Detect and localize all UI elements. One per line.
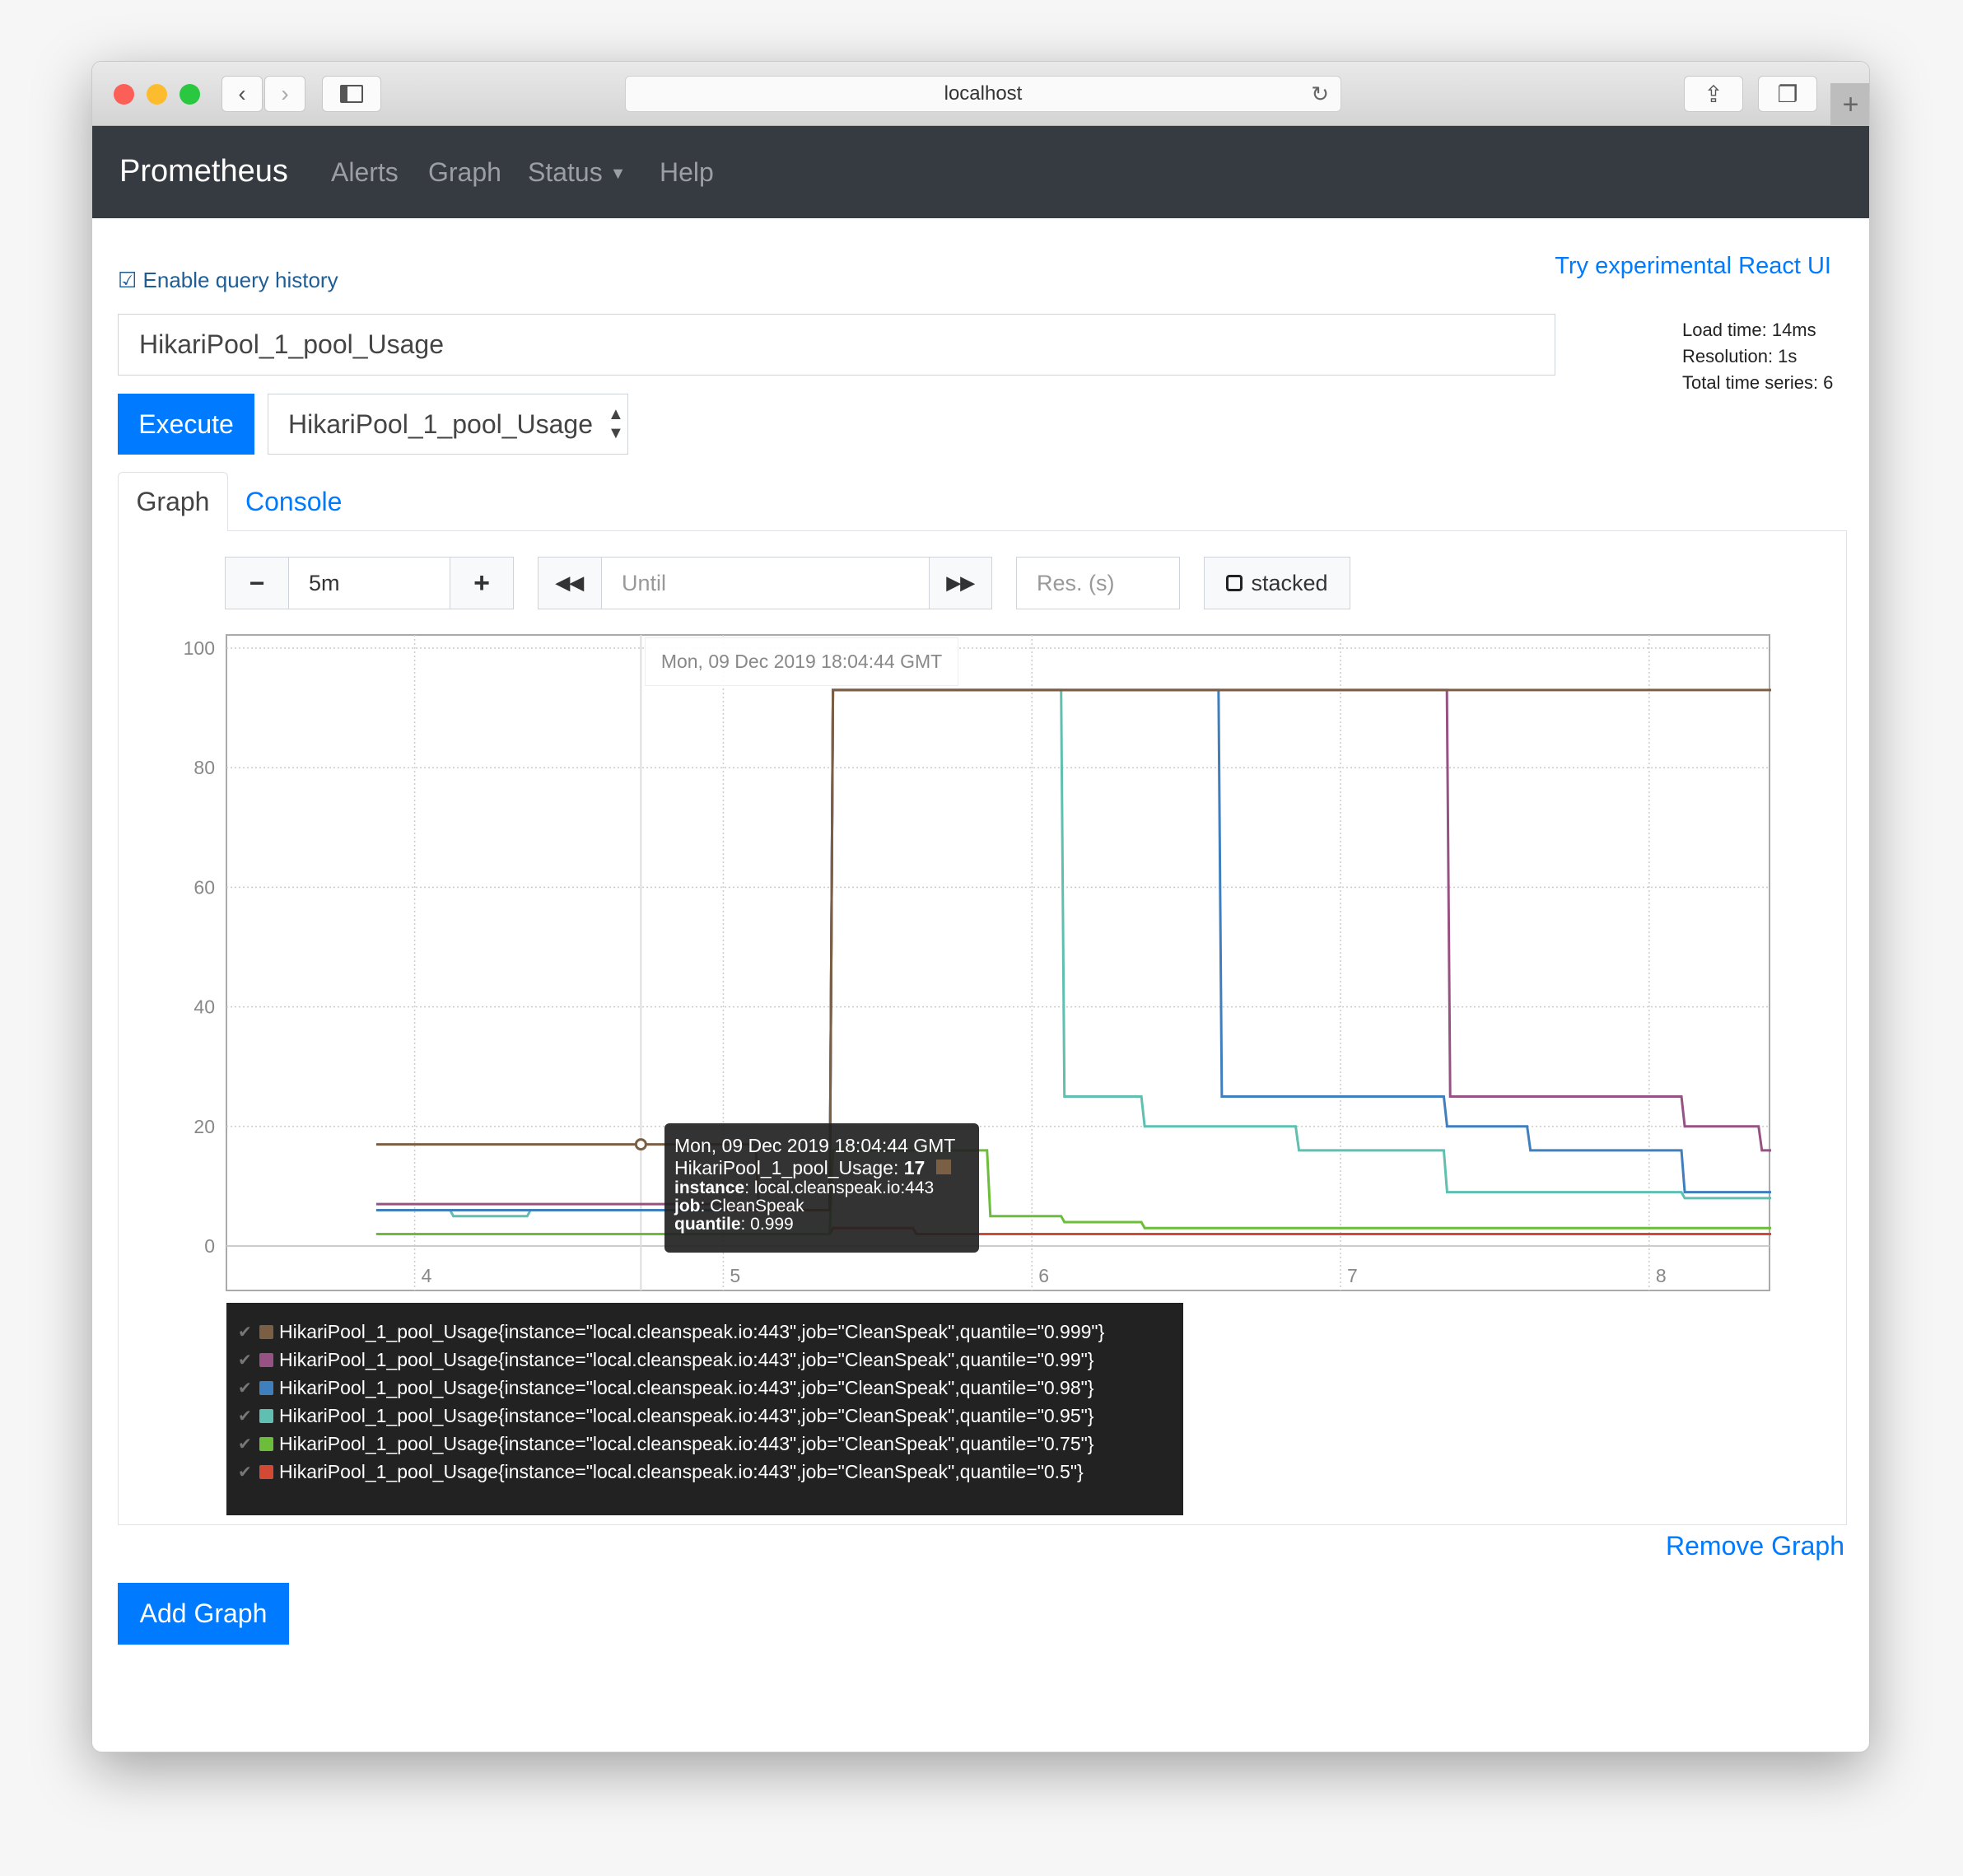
tooltip-quantile: : 0.999 [740, 1215, 794, 1234]
checkmark-icon[interactable]: ✔ [238, 1322, 254, 1342]
legend-label: HikariPool_1_pool_Usage{instance="local.… [279, 1376, 1094, 1398]
y-tick-label: 40 [194, 996, 215, 1018]
legend-item[interactable]: ✔ HikariPool_1_pool_Usage{instance="local… [238, 1346, 1172, 1374]
legend-item[interactable]: ✔ HikariPool_1_pool_Usage{instance="local… [238, 1430, 1172, 1458]
tooltip: Mon, 09 Dec 2019 18:04:44 GMT HikariPool… [664, 1123, 979, 1253]
tooltip-instance-key: instance [674, 1178, 745, 1197]
hover-time-label: Mon, 09 Dec 2019 18:04:44 GMT [645, 637, 958, 686]
tooltip-value: 17 [903, 1157, 926, 1178]
checkmark-icon[interactable]: ✔ [238, 1350, 254, 1370]
legend-item[interactable]: ✔ HikariPool_1_pool_Usage{instance="local… [238, 1458, 1172, 1486]
legend-swatch [259, 1436, 273, 1451]
legend-item[interactable]: ✔ HikariPool_1_pool_Usage{instance="local… [238, 1402, 1172, 1430]
tab-graph[interactable]: Graph [118, 472, 228, 531]
checkmark-icon[interactable]: ✔ [238, 1462, 254, 1482]
remove-graph-link[interactable]: Remove Graph [1666, 1531, 1844, 1561]
y-tick-label: 0 [204, 1235, 215, 1257]
tooltip-metric-name: HikariPool_1_pool_Usage: [674, 1157, 904, 1178]
y-tick-label: 60 [194, 876, 215, 898]
legend-item[interactable]: ✔ HikariPool_1_pool_Usage{instance="local… [238, 1374, 1172, 1402]
hover-point [634, 1138, 647, 1151]
series-line [375, 688, 1771, 1218]
y-tick-label: 100 [184, 637, 215, 659]
legend: ✔ HikariPool_1_pool_Usage{instance="local… [226, 1303, 1183, 1515]
checkmark-icon[interactable]: ✔ [238, 1406, 254, 1426]
legend-swatch [259, 1352, 273, 1367]
checkmark-icon[interactable]: ✔ [238, 1434, 254, 1454]
x-tick-label: 6 [1038, 1265, 1049, 1286]
tooltip-quantile-key: quantile [674, 1215, 741, 1234]
legend-label: HikariPool_1_pool_Usage{instance="local.… [279, 1320, 1105, 1342]
legend-swatch [259, 1324, 273, 1339]
browser-window: ‹ › localhost ↻ ⇪ ❐ + Prometheus Alerts … [91, 61, 1870, 1752]
legend-swatch [259, 1464, 273, 1479]
tooltip-metric: HikariPool_1_pool_Usage: 17 [674, 1157, 969, 1179]
tooltip-job: : CleanSpeak [700, 1197, 804, 1216]
legend-label: HikariPool_1_pool_Usage{instance="local.… [279, 1432, 1094, 1454]
legend-item[interactable]: ✔ HikariPool_1_pool_Usage{instance="local… [238, 1318, 1172, 1346]
legend-swatch [259, 1408, 273, 1423]
x-tick-label: 7 [1347, 1265, 1358, 1286]
tooltip-instance: : local.cleanspeak.io:443 [744, 1178, 935, 1197]
tooltip-swatch [936, 1160, 952, 1174]
x-tick-label: 5 [730, 1265, 740, 1286]
y-tick-label: 80 [194, 757, 215, 778]
tooltip-job-key: job [674, 1197, 701, 1216]
x-tick-label: 4 [422, 1265, 432, 1286]
add-graph-button[interactable]: Add Graph [118, 1583, 289, 1645]
tooltip-time: Mon, 09 Dec 2019 18:04:44 GMT [674, 1135, 956, 1156]
y-tick-label: 20 [194, 1116, 215, 1137]
checkmark-icon[interactable]: ✔ [238, 1378, 254, 1398]
legend-label: HikariPool_1_pool_Usage{instance="local.… [279, 1348, 1094, 1370]
legend-swatch [259, 1380, 273, 1395]
legend-label: HikariPool_1_pool_Usage{instance="local.… [279, 1404, 1094, 1426]
x-tick-label: 8 [1656, 1265, 1667, 1286]
legend-label: HikariPool_1_pool_Usage{instance="local.… [279, 1460, 1084, 1482]
